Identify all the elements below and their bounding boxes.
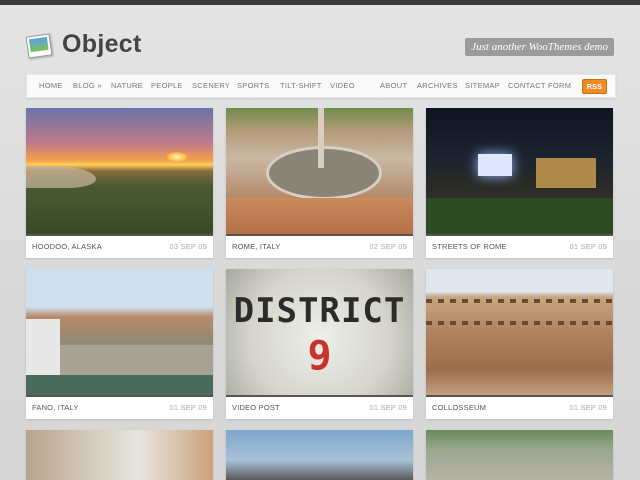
photo-logo-icon	[25, 32, 54, 59]
post-card[interactable]: STREETS OF ROME 01 SEP 09	[426, 108, 613, 258]
post-thumbnail[interactable]	[226, 108, 413, 234]
post-title[interactable]: VIDEO POST	[232, 403, 280, 412]
video-thumb-line2: 9	[307, 333, 332, 379]
post-card[interactable]: HOODOO, ALASKA 03 SEP 09	[26, 108, 213, 258]
post-caption: ROME, ITALY 02 SEP 09	[226, 234, 413, 258]
nav-sports[interactable]: SPORTS	[237, 81, 270, 90]
nav-sitemap[interactable]: SITEMAP	[465, 81, 500, 90]
post-card[interactable]	[226, 430, 413, 480]
post-card[interactable]: ROME, ITALY 02 SEP 09	[226, 108, 413, 258]
rss-button[interactable]: RSS	[581, 79, 607, 94]
nav-tilt-shift[interactable]: TILT-SHIFT	[280, 81, 322, 90]
post-thumbnail[interactable]: DISTRICT 9	[226, 269, 413, 395]
post-title[interactable]: COLLOSSEUM	[432, 403, 486, 412]
post-thumbnail[interactable]	[226, 430, 413, 480]
nav-contact-form[interactable]: CONTACT FORM	[508, 81, 571, 90]
post-date: 03 SEP 09	[169, 242, 207, 251]
post-thumbnail[interactable]	[426, 430, 613, 480]
main-nav: HOME BLOG » NATURE PEOPLE SCENERY SPORTS…	[26, 74, 616, 98]
post-caption: VIDEO POST 01 SEP 09	[226, 395, 413, 419]
post-date: 01 SEP 09	[169, 403, 207, 412]
post-card[interactable]: DISTRICT 9 VIDEO POST 01 SEP 09	[226, 269, 413, 419]
post-date: 01 SEP 09	[569, 242, 607, 251]
post-title[interactable]: STREETS OF ROME	[432, 242, 507, 251]
post-date: 01 SEP 09	[569, 403, 607, 412]
site-logo[interactable]: Object	[25, 30, 142, 59]
post-thumbnail[interactable]	[26, 269, 213, 395]
post-title[interactable]: FANO, ITALY	[32, 403, 79, 412]
post-thumbnail[interactable]	[426, 108, 613, 234]
post-thumbnail[interactable]	[26, 430, 213, 480]
site-tagline: Just another WooThemes demo	[465, 38, 614, 56]
post-caption: COLLOSSEUM 01 SEP 09	[426, 395, 613, 419]
post-thumbnail[interactable]	[26, 108, 213, 234]
post-caption: FANO, ITALY 01 SEP 09	[26, 395, 213, 419]
nav-video[interactable]: VIDEO	[330, 81, 355, 90]
post-date: 02 SEP 09	[369, 242, 407, 251]
post-title[interactable]: ROME, ITALY	[232, 242, 281, 251]
nav-people[interactable]: PEOPLE	[151, 81, 183, 90]
post-card[interactable]: FANO, ITALY 01 SEP 09	[26, 269, 213, 419]
post-card[interactable]	[426, 430, 613, 480]
nav-about[interactable]: ABOUT	[380, 81, 407, 90]
post-title[interactable]: HOODOO, ALASKA	[32, 242, 102, 251]
site-title: Object	[62, 30, 142, 58]
nav-home[interactable]: HOME	[39, 81, 63, 90]
nav-nature[interactable]: NATURE	[111, 81, 143, 90]
nav-archives[interactable]: ARCHIVES	[417, 81, 458, 90]
post-card[interactable]	[26, 430, 213, 480]
post-date: 01 SEP 09	[369, 403, 407, 412]
video-thumb-line1: DISTRICT	[233, 291, 406, 331]
post-card[interactable]: COLLOSSEUM 01 SEP 09	[426, 269, 613, 419]
post-caption: HOODOO, ALASKA 03 SEP 09	[26, 234, 213, 258]
nav-blog[interactable]: BLOG »	[73, 81, 102, 90]
post-caption: STREETS OF ROME 01 SEP 09	[426, 234, 613, 258]
post-thumbnail[interactable]	[426, 269, 613, 395]
nav-scenery[interactable]: SCENERY	[192, 81, 230, 90]
